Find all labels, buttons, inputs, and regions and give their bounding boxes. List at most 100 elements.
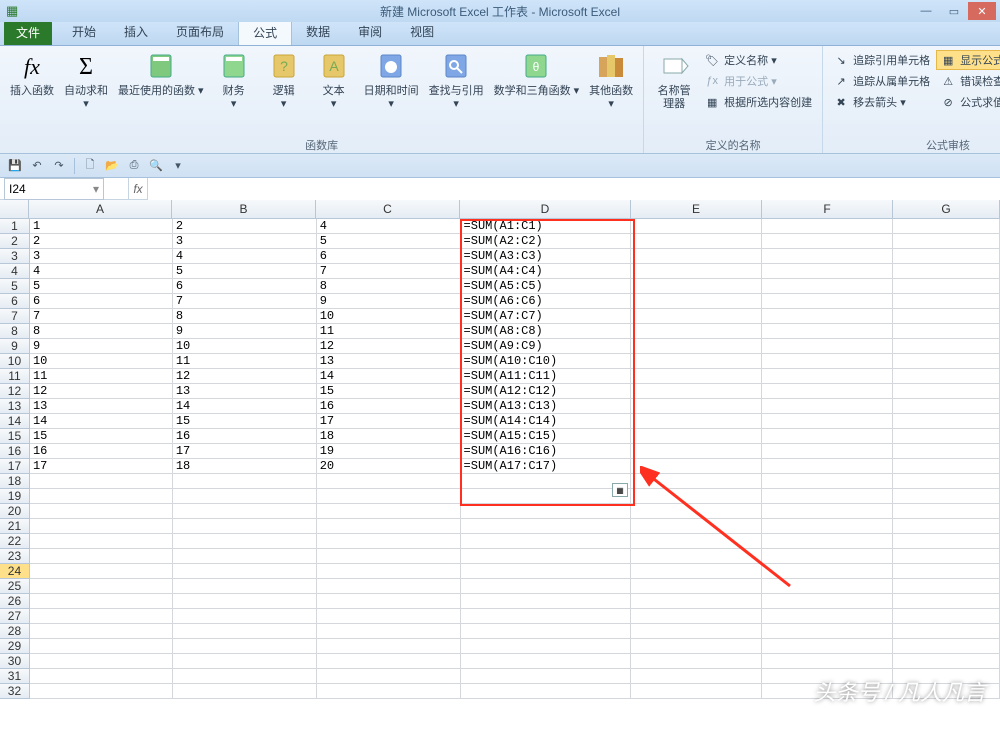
cell[interactable] <box>893 459 1000 474</box>
tab-审阅[interactable]: 审阅 <box>344 19 396 45</box>
cell[interactable] <box>461 579 632 594</box>
cell[interactable] <box>893 639 1000 654</box>
cell[interactable] <box>173 639 317 654</box>
cell[interactable] <box>762 234 893 249</box>
column-header-G[interactable]: G <box>893 200 1000 218</box>
cell[interactable]: 12 <box>30 384 173 399</box>
cell[interactable]: 9 <box>30 339 173 354</box>
cell[interactable] <box>173 519 317 534</box>
cell[interactable] <box>631 639 762 654</box>
cell[interactable]: 6 <box>173 279 317 294</box>
row-header[interactable]: 5 <box>0 279 30 294</box>
cell[interactable] <box>461 669 632 684</box>
row-header[interactable]: 28 <box>0 624 30 639</box>
qat-undo-button[interactable]: ↶ <box>28 157 46 175</box>
cell[interactable] <box>461 624 632 639</box>
cell[interactable] <box>631 234 762 249</box>
cell[interactable]: =SUM(A4:C4) <box>461 264 632 279</box>
cell[interactable] <box>893 609 1000 624</box>
autosum-button[interactable]: Σ 自动求和▾ <box>60 48 112 111</box>
cell[interactable] <box>173 474 317 489</box>
cell[interactable] <box>631 579 762 594</box>
name-manager-button[interactable]: 名称管理器 <box>650 48 698 111</box>
cell[interactable] <box>762 504 893 519</box>
cell[interactable] <box>173 609 317 624</box>
cell[interactable] <box>762 264 893 279</box>
cell[interactable] <box>893 354 1000 369</box>
cell[interactable] <box>762 594 893 609</box>
autofill-options-icon[interactable]: ▦ <box>612 483 628 497</box>
create-from-selection-button[interactable]: ▦根据所选内容创建 <box>700 92 816 112</box>
row-header[interactable]: 7 <box>0 309 30 324</box>
cell[interactable]: 8 <box>173 309 317 324</box>
row-header[interactable]: 30 <box>0 654 30 669</box>
cell[interactable] <box>893 504 1000 519</box>
tab-插入[interactable]: 插入 <box>110 19 162 45</box>
row-header[interactable]: 19 <box>0 489 30 504</box>
cell[interactable] <box>317 609 461 624</box>
qat-dropdown[interactable]: ▾ <box>169 157 187 175</box>
cell[interactable] <box>317 564 461 579</box>
cell[interactable]: 15 <box>173 414 317 429</box>
cell[interactable] <box>893 549 1000 564</box>
cell[interactable] <box>631 534 762 549</box>
cell[interactable] <box>762 624 893 639</box>
cell[interactable]: =SUM(A17:C17) <box>461 459 632 474</box>
cell[interactable] <box>762 534 893 549</box>
cell[interactable] <box>173 564 317 579</box>
column-header-D[interactable]: D <box>460 200 631 218</box>
row-header[interactable]: 12 <box>0 384 30 399</box>
maximize-button[interactable]: ▭ <box>940 2 968 20</box>
cell[interactable] <box>762 549 893 564</box>
cell[interactable] <box>173 534 317 549</box>
cell[interactable] <box>631 519 762 534</box>
row-header[interactable]: 4 <box>0 264 30 279</box>
cell[interactable]: 17 <box>30 459 173 474</box>
cell[interactable]: 6 <box>30 294 173 309</box>
cell[interactable] <box>762 399 893 414</box>
row-header[interactable]: 6 <box>0 294 30 309</box>
select-all-corner[interactable] <box>0 200 29 218</box>
text-button[interactable]: A 文本▾ <box>310 48 358 111</box>
more-functions-button[interactable]: 其他函数▾ <box>585 48 637 111</box>
formula-input[interactable] <box>148 178 1000 200</box>
cell[interactable] <box>631 549 762 564</box>
name-box[interactable]: I24▾ <box>4 178 104 200</box>
cell[interactable]: 12 <box>173 369 317 384</box>
cell[interactable] <box>893 429 1000 444</box>
cell[interactable] <box>317 534 461 549</box>
cell[interactable] <box>762 639 893 654</box>
cell[interactable]: 10 <box>30 354 173 369</box>
cell[interactable] <box>631 564 762 579</box>
cell[interactable]: 11 <box>317 324 461 339</box>
cell[interactable] <box>317 579 461 594</box>
cell[interactable]: =SUM(A13:C13) <box>461 399 632 414</box>
cell[interactable] <box>461 564 632 579</box>
cell[interactable] <box>893 564 1000 579</box>
cell[interactable] <box>317 594 461 609</box>
cell[interactable]: 7 <box>173 294 317 309</box>
cell[interactable] <box>317 504 461 519</box>
row-header[interactable]: 13 <box>0 399 30 414</box>
cell[interactable] <box>30 654 173 669</box>
row-header[interactable]: 14 <box>0 414 30 429</box>
cell[interactable] <box>631 354 762 369</box>
cell[interactable]: 16 <box>317 399 461 414</box>
cell[interactable]: =SUM(A2:C2) <box>461 234 632 249</box>
minimize-button[interactable]: — <box>912 2 940 20</box>
cell[interactable] <box>30 504 173 519</box>
cell[interactable] <box>631 684 762 699</box>
cell[interactable] <box>762 294 893 309</box>
cell[interactable] <box>30 474 173 489</box>
cell[interactable] <box>173 504 317 519</box>
cell[interactable] <box>461 489 632 504</box>
row-header[interactable]: 26 <box>0 594 30 609</box>
cell[interactable] <box>30 684 173 699</box>
row-header[interactable]: 20 <box>0 504 30 519</box>
cell[interactable] <box>631 384 762 399</box>
cell[interactable]: 17 <box>317 414 461 429</box>
cell[interactable]: 15 <box>317 384 461 399</box>
cell[interactable] <box>317 474 461 489</box>
cell[interactable]: 18 <box>173 459 317 474</box>
cell[interactable] <box>893 384 1000 399</box>
